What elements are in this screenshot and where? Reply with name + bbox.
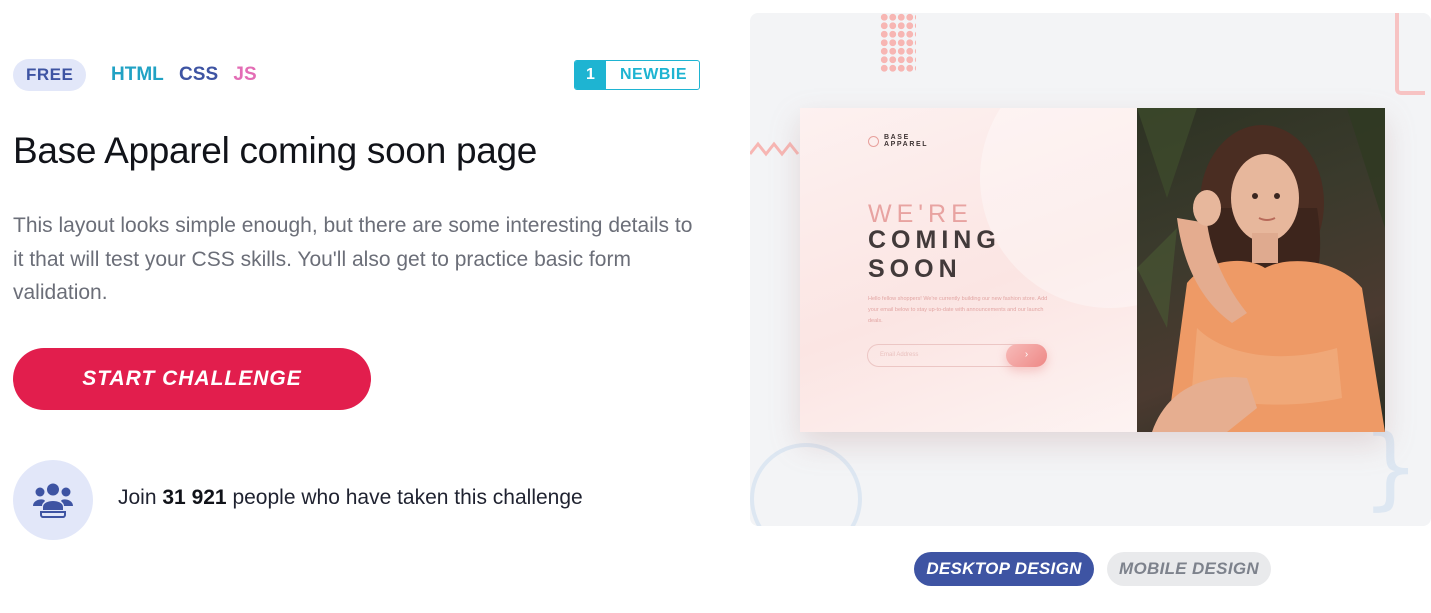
chevron-right-icon: › <box>1006 344 1047 367</box>
design-preview[interactable]: } BASE APPAREL WE'RE COMING SOON Hello f… <box>750 13 1431 526</box>
challenge-title: Base Apparel coming soon page <box>13 130 538 171</box>
decorative-bracket <box>1395 13 1425 95</box>
decorative-zigzag <box>750 141 800 157</box>
desktop-design-button[interactable]: DESKTOP DESIGN <box>914 552 1094 586</box>
users-icon <box>13 460 93 540</box>
mockup-body-text: Hello fellow shoppers! We're currently b… <box>868 296 1048 324</box>
join-suffix: people who have taken this challenge <box>232 486 583 509</box>
challenge-description: This layout looks simple enough, but the… <box>13 214 693 304</box>
decorative-circle <box>750 443 862 526</box>
decorative-curly-brace: } <box>1362 415 1420 520</box>
logo-ring-icon <box>868 135 879 147</box>
mockup-email-field: Email Address › <box>867 344 1047 367</box>
difficulty-number: 1 <box>575 61 606 89</box>
join-prefix: Join <box>118 486 157 509</box>
decorative-dots <box>880 13 916 73</box>
mockup-logo: BASE APPAREL <box>868 134 934 148</box>
participants-info: Join 31 921 people who have taken this c… <box>13 460 703 540</box>
mockup-hero-image <box>1137 108 1385 432</box>
challenge-details: FREE HTML CSS JS 1 NEWBIE Base Apparel c… <box>13 0 703 613</box>
language-tag-css: CSS <box>179 64 219 85</box>
mobile-design-button[interactable]: MOBILE DESIGN <box>1107 552 1271 586</box>
participants-text: Join 31 921 people who have taken this c… <box>118 486 583 510</box>
free-badge: FREE <box>13 59 87 91</box>
participants-count: 31 921 <box>162 486 227 509</box>
design-mockup: BASE APPAREL WE'RE COMING SOON Hello fel… <box>800 108 1385 432</box>
mockup-heading-light: WE'RE <box>868 200 973 228</box>
mockup-content-panel: BASE APPAREL WE'RE COMING SOON Hello fel… <box>800 108 1137 432</box>
language-tag-js: JS <box>233 64 257 85</box>
mockup-heading-bold: COMING SOON <box>868 226 1001 283</box>
language-tag-html: HTML <box>111 64 164 85</box>
language-tags: HTML CSS JS <box>111 59 267 91</box>
challenge-meta-row: FREE HTML CSS JS 1 NEWBIE <box>13 59 700 91</box>
difficulty-badge: 1 NEWBIE <box>574 60 700 90</box>
woman-portrait-illustration <box>1137 108 1385 432</box>
start-challenge-button[interactable]: START CHALLENGE <box>13 348 371 410</box>
difficulty-label: NEWBIE <box>620 66 687 83</box>
